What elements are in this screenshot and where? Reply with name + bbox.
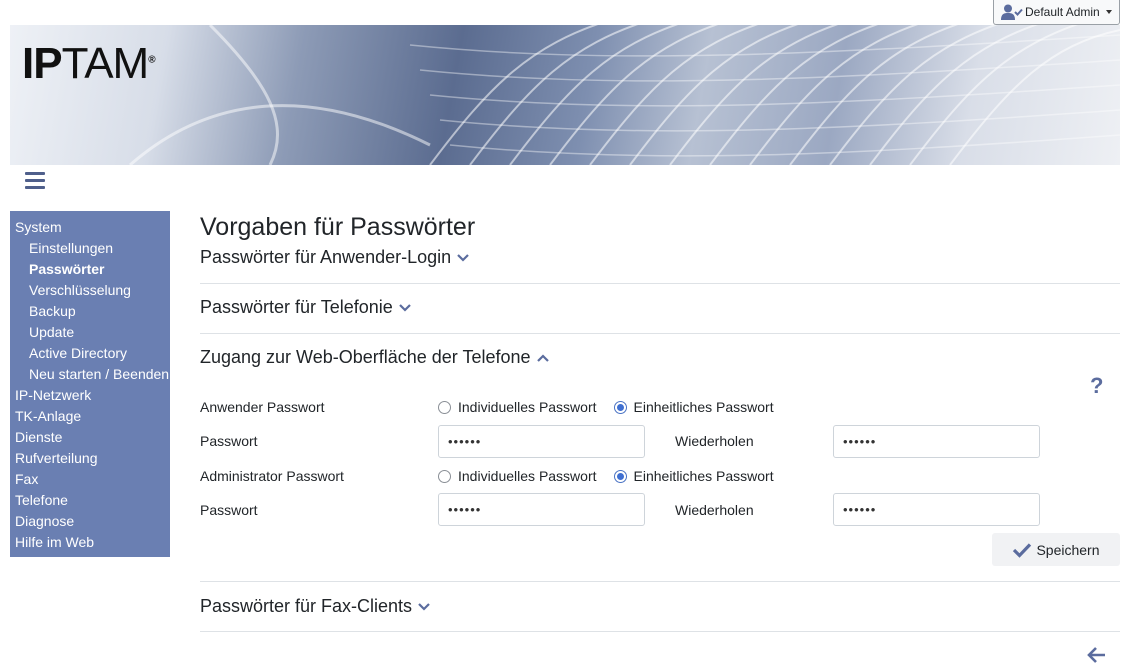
section-telephony-label: Passwörter für Telefonie [200,297,393,317]
section-fax-label: Passwörter für Fax-Clients [200,596,413,616]
save-button[interactable]: Speichern [992,533,1120,566]
sidebar-item-dienste[interactable]: Dienste [10,428,170,449]
sidebar-item-diagnose[interactable]: Diagnose [10,512,170,533]
admin-password-mode: Individuelles Passwort Einheitliches Pas… [438,468,791,484]
section-web-label: Zugang zur Web-Oberfläche der Telefone [200,347,531,367]
radio-admin-individual[interactable] [438,469,451,483]
radio-user-uniform-label[interactable]: Einheitliches Passwort [634,399,774,415]
admin-password-field-label: Passwort [200,502,258,518]
radio-user-individual-label[interactable]: Individuelles Passwort [458,399,597,415]
admin-repeat-input[interactable]: •••••• [833,493,1040,526]
section-telephony-toggle[interactable]: Passwörter für Telefonie [200,297,411,318]
sidebar-item-system[interactable]: System [10,218,170,239]
divider [200,581,1120,582]
user-check-icon [1001,4,1023,20]
admin-password-input[interactable]: •••••• [438,493,645,526]
user-password-field-label: Passwort [200,433,258,449]
sidebar-item-fax[interactable]: Fax [10,470,170,491]
arrow-left-icon[interactable] [1087,646,1107,664]
chevron-down-icon [398,303,411,312]
section-login-toggle[interactable]: Passwörter für Anwender-Login [200,247,469,268]
chevron-down-icon [1105,10,1112,14]
sidebar-item-telefone[interactable]: Telefone [10,491,170,512]
radio-admin-individual-label[interactable]: Individuelles Passwort [458,468,597,484]
save-button-label: Speichern [1036,541,1100,558]
user-password-mode: Individuelles Passwort Einheitliches Pas… [438,399,791,415]
sidebar-item-backup[interactable]: Backup [10,302,170,323]
chevron-down-icon [418,602,430,611]
user-password-label: Anwender Passwort [200,399,325,415]
admin-password-label: Administrator Passwort [200,468,344,484]
admin-repeat-label: Wiederholen [675,502,754,518]
sidebar-item-passwoerter[interactable]: Passwörter [10,260,170,281]
check-icon [1013,542,1032,558]
sidebar-item-rufverteilung[interactable]: Rufverteilung [10,449,170,470]
sidebar-item-ip-netzwerk[interactable]: IP-Netzwerk [10,386,170,407]
radio-admin-uniform-label[interactable]: Einheitliches Passwort [634,468,774,484]
chevron-up-icon [536,353,549,362]
divider [200,283,1120,284]
section-fax-toggle[interactable]: Passwörter für Fax-Clients [200,596,430,617]
user-password-input[interactable]: •••••• [438,425,645,458]
divider [200,631,1120,632]
page-title: Vorgaben für Passwörter [200,213,476,241]
banner-grid-graphic [129,25,1120,165]
section-login-label: Passwörter für Anwender-Login [200,247,452,267]
radio-user-individual[interactable] [438,400,451,414]
sidebar-item-update[interactable]: Update [10,323,170,344]
user-repeat-input[interactable]: •••••• [833,425,1040,458]
sidebar-nav: System Einstellungen Passwörter Verschlü… [10,211,170,557]
sidebar-item-einstellungen[interactable]: Einstellungen [10,239,170,260]
menu-toggle-icon[interactable] [25,172,45,190]
user-menu-label: Default Admin [1025,5,1100,19]
chevron-down-icon [457,253,469,262]
iptam-logo: IPTAM® [22,39,156,88]
divider [200,333,1120,334]
help-icon[interactable]: ? [1090,373,1103,399]
sidebar-item-neu-starten[interactable]: Neu starten / Beenden [10,365,170,386]
sidebar-item-tk-anlage[interactable]: TK-Anlage [10,407,170,428]
sidebar-item-verschluesselung[interactable]: Verschlüsselung [10,281,170,302]
user-repeat-label: Wiederholen [675,433,754,449]
sidebar-item-active-directory[interactable]: Active Directory [10,344,170,365]
header-banner: IPTAM® [10,25,1120,165]
section-web-toggle[interactable]: Zugang zur Web-Oberfläche der Telefone [200,347,549,368]
user-menu-button[interactable]: Default Admin [993,0,1120,25]
radio-user-uniform[interactable] [613,400,627,414]
sidebar-item-hilfe-im-web[interactable]: Hilfe im Web [10,533,170,554]
radio-admin-uniform[interactable] [613,469,627,483]
